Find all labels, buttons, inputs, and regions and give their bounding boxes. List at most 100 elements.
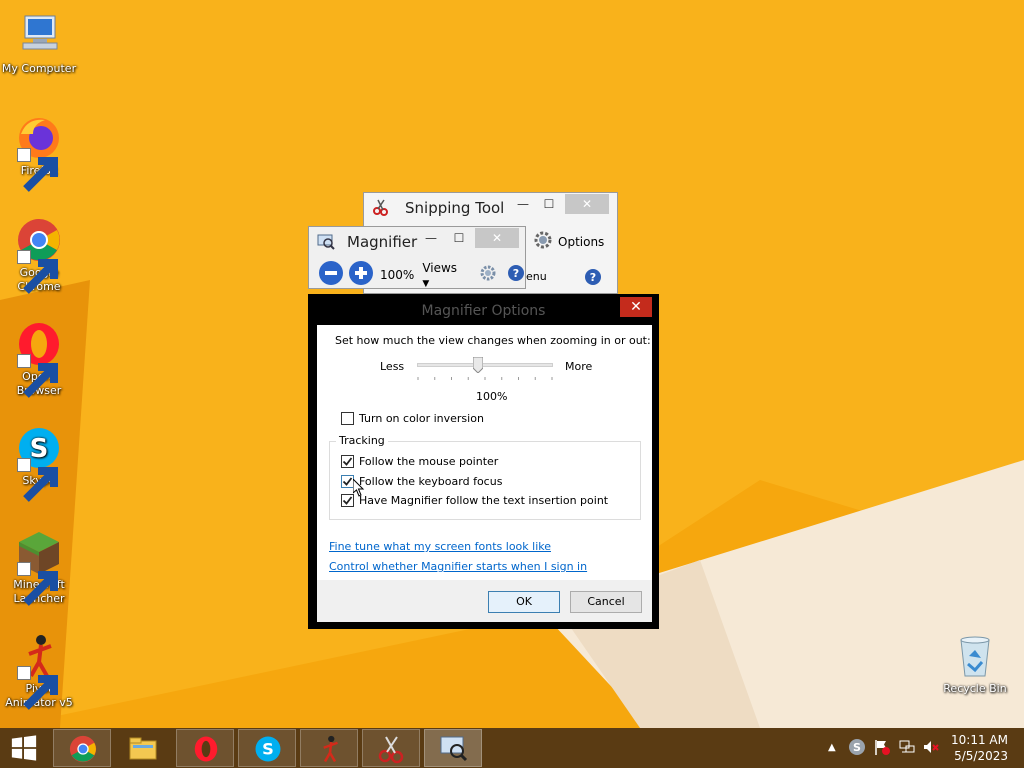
help-icon[interactable]: ? <box>507 264 525 285</box>
minimize-button[interactable]: — <box>511 194 535 214</box>
skype-icon: S <box>255 736 281 762</box>
ok-button[interactable]: OK <box>488 591 560 613</box>
clock-date: 5/5/2023 <box>954 749 1008 763</box>
pivot-icon <box>323 735 338 763</box>
svg-text:S: S <box>262 740 274 759</box>
taskbar: S ▲ S 10:11 AM 5/5/2023 <box>0 728 1024 768</box>
checkmark-icon <box>342 496 353 505</box>
color-inversion-label: Turn on color inversion <box>359 412 484 425</box>
taskbar-pivot[interactable] <box>300 729 358 767</box>
shortcut-arrow-icon <box>17 354 58 398</box>
svg-text:S: S <box>853 741 861 754</box>
close-button[interactable]: ✕ <box>620 297 652 317</box>
magnifier-titlebar[interactable]: Magnifier — ☐ ✕ <box>309 227 525 257</box>
sign-in-link[interactable]: Control whether Magnifier starts when I … <box>329 560 587 573</box>
minimize-button[interactable]: — <box>419 228 443 248</box>
opera-icon <box>194 736 218 762</box>
tracking-legend: Tracking <box>336 434 388 447</box>
follow-mouse-label: Follow the mouse pointer <box>359 455 499 468</box>
dialog-titlebar[interactable]: Magnifier Options ✕ <box>309 295 658 325</box>
shortcut-arrow-icon <box>17 148 58 192</box>
opera-icon <box>15 320 63 398</box>
windows-logo-icon <box>11 735 37 761</box>
volume-muted-icon[interactable] <box>922 738 940 759</box>
slider-thumb[interactable] <box>472 356 484 374</box>
svg-text:?: ? <box>590 271 596 284</box>
taskbar-snipping-tool[interactable] <box>362 729 420 767</box>
maximize-button[interactable]: ☐ <box>537 194 561 214</box>
checkmark-icon <box>342 477 353 486</box>
action-center-flag-icon[interactable] <box>873 738 891 759</box>
more-label: More <box>565 360 593 373</box>
show-hidden-icons-button[interactable]: ▲ <box>828 742 836 753</box>
close-button[interactable]: ✕ <box>565 194 609 214</box>
cancel-button[interactable]: Cancel <box>570 591 642 613</box>
checkmark-icon <box>342 457 353 466</box>
menu-label[interactable]: enu <box>526 270 547 283</box>
desktop-icon-opera[interactable]: Opera Browser <box>0 320 78 398</box>
taskbar-magnifier[interactable] <box>424 729 482 767</box>
network-icon[interactable] <box>898 738 916 759</box>
zoom-in-button[interactable] <box>348 260 374 289</box>
gear-icon[interactable] <box>479 264 497 285</box>
options-label: Options <box>558 234 605 249</box>
taskbar-opera[interactable] <box>176 729 234 767</box>
recycle-bin-icon <box>951 632 999 680</box>
desktop-icon-pivot[interactable]: Pivot Animator v5 <box>0 632 78 710</box>
start-button[interactable] <box>0 729 58 767</box>
desktop-icon-my-computer[interactable]: My Computer <box>0 12 78 76</box>
slider-ticks <box>417 377 553 380</box>
snipping-tool-title: Snipping Tool <box>405 199 505 217</box>
views-label: Views <box>422 260 458 275</box>
taskbar-chrome[interactable] <box>53 729 111 767</box>
shortcut-arrow-icon <box>17 458 58 502</box>
scissors-icon <box>372 198 390 219</box>
clock-time: 10:11 AM <box>951 733 1008 747</box>
desktop-icon-chrome[interactable]: Google Chrome <box>0 216 78 294</box>
zoom-increment-value: 100% <box>476 390 508 403</box>
color-inversion-checkbox[interactable] <box>341 412 354 425</box>
system-clock[interactable]: 10:11 AM 5/5/2023 <box>951 732 1008 764</box>
help-icon[interactable]: ? <box>584 268 602 289</box>
magnifier-window[interactable]: Magnifier — ☐ ✕ 100% Views ▼ ? <box>308 226 526 289</box>
follow-keyboard-label: Follow the keyboard focus <box>359 475 503 488</box>
pivot-icon <box>15 632 63 710</box>
magnifier-options-dialog[interactable]: Magnifier Options ✕ Set how much the vie… <box>308 294 659 629</box>
dialog-body: Set how much the view changes when zoomi… <box>317 325 652 622</box>
maximize-button[interactable]: ☐ <box>447 228 471 248</box>
shortcut-arrow-icon <box>17 562 58 606</box>
chevron-down-icon: ▼ <box>422 278 430 289</box>
gear-icon <box>532 229 554 254</box>
mouse-cursor-icon <box>352 477 365 500</box>
desktop-icon-recycle-bin[interactable]: Recycle Bin <box>936 632 1014 696</box>
close-button[interactable]: ✕ <box>475 228 519 248</box>
desktop-icon-firefox[interactable]: Firefox <box>0 114 78 192</box>
dialog-footer: OK Cancel <box>317 580 652 622</box>
screen-fonts-link[interactable]: Fine tune what my screen fonts look like <box>329 540 551 553</box>
desktop: My Computer Firefox Google Chrome Opera … <box>0 0 1024 728</box>
skype-tray-icon[interactable]: S <box>848 738 866 759</box>
less-label: Less <box>380 360 405 373</box>
taskbar-file-explorer[interactable] <box>114 729 172 767</box>
zoom-level: 100% <box>380 267 415 282</box>
desktop-icon-label: Recycle Bin <box>943 682 1007 695</box>
follow-mouse-checkbox[interactable] <box>341 455 354 468</box>
computer-icon <box>15 12 63 60</box>
shortcut-arrow-icon <box>17 250 58 294</box>
desktop-icon-label: My Computer <box>1 62 77 75</box>
snipping-options-button[interactable]: Options <box>532 229 604 254</box>
taskbar-skype[interactable]: S <box>238 729 296 767</box>
svg-text:?: ? <box>513 267 519 280</box>
snipping-tool-titlebar[interactable]: Snipping Tool — ☐ ✕ <box>364 193 617 223</box>
zoom-out-button[interactable] <box>318 260 344 289</box>
chrome-icon <box>15 216 63 294</box>
follow-text-label: Have Magnifier follow the text insertion… <box>359 494 609 507</box>
views-dropdown[interactable]: Views ▼ <box>422 261 467 289</box>
minecraft-icon <box>15 528 63 606</box>
desktop-icon-minecraft[interactable]: Minecraft Launcher <box>0 528 78 606</box>
zoom-increment-slider[interactable] <box>417 355 553 383</box>
magnifier-app-icon <box>440 736 468 762</box>
desktop-icon-skype[interactable]: S Skype <box>0 424 78 502</box>
shortcut-arrow-icon <box>17 666 58 710</box>
magnifier-app-icon <box>317 233 335 254</box>
